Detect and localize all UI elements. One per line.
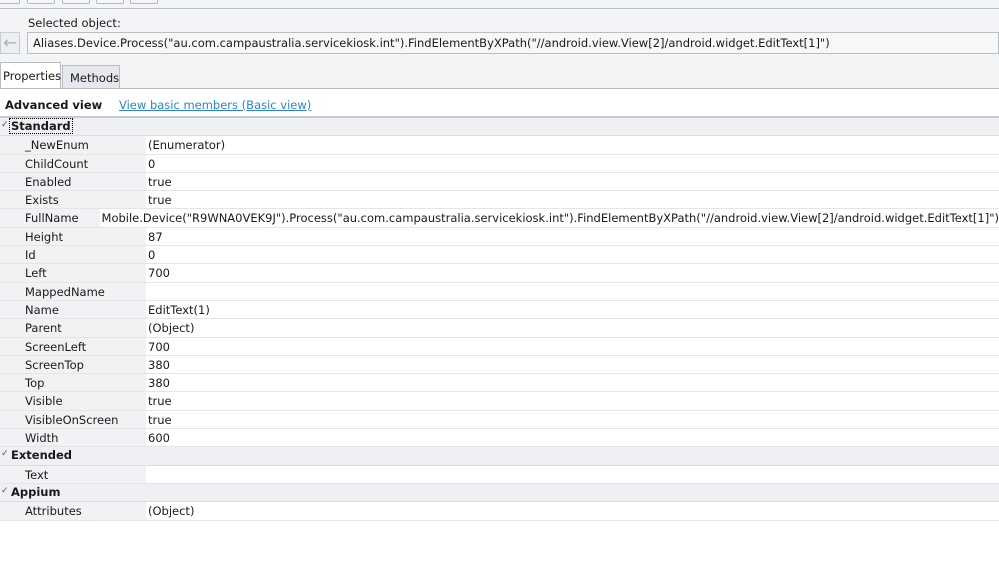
- property-row[interactable]: Enabled true: [0, 172, 999, 192]
- property-row[interactable]: Left 700: [0, 264, 999, 283]
- property-row[interactable]: Parent (Object): [0, 319, 999, 338]
- toolbar-button[interactable]: [27, 0, 55, 4]
- back-arrow-icon[interactable]: ←: [0, 32, 20, 54]
- property-name: Parent: [0, 319, 146, 337]
- property-row[interactable]: _NewEnum (Enumerator): [0, 136, 999, 155]
- property-value[interactable]: [146, 283, 999, 300]
- property-value[interactable]: true: [146, 411, 999, 428]
- property-row[interactable]: Height 87: [0, 227, 999, 247]
- chevron-down-icon[interactable]: ✓: [1, 486, 9, 496]
- property-value[interactable]: (Enumerator): [146, 136, 999, 153]
- property-value[interactable]: EditText(1): [146, 301, 999, 318]
- property-value[interactable]: 0: [146, 246, 999, 263]
- property-row[interactable]: MappedName: [0, 282, 999, 301]
- chevron-down-icon[interactable]: ✓: [1, 120, 9, 130]
- property-name: VisibleOnScreen: [0, 410, 146, 429]
- group-header-standard[interactable]: ✓ Standard: [0, 118, 999, 137]
- property-value[interactable]: true: [146, 173, 999, 190]
- property-value[interactable]: 700: [146, 338, 999, 355]
- toolbar-button[interactable]: [130, 0, 158, 4]
- selected-object-field[interactable]: Aliases.Device.Process("au.com.campaustr…: [27, 32, 999, 54]
- property-value[interactable]: Mobile.Device("R9WNA0VEK9J").Process("au…: [100, 209, 999, 226]
- chevron-down-icon[interactable]: ✓: [1, 449, 9, 459]
- divider: [0, 88, 999, 89]
- property-name: Width: [0, 429, 146, 447]
- group-header-appium[interactable]: ✓ Appium: [0, 483, 999, 503]
- property-value[interactable]: 380: [146, 356, 999, 373]
- property-row[interactable]: Width 600: [0, 429, 999, 448]
- property-name: Id: [0, 246, 146, 264]
- property-name: ChildCount: [0, 154, 146, 172]
- property-value[interactable]: true: [146, 191, 999, 208]
- property-row[interactable]: ScreenLeft 700: [0, 337, 999, 356]
- property-value[interactable]: 380: [146, 374, 999, 391]
- tab-properties[interactable]: Properties: [0, 62, 61, 89]
- property-name: ScreenLeft: [0, 337, 146, 355]
- property-name: MappedName: [0, 282, 146, 300]
- property-row[interactable]: Text: [0, 465, 999, 484]
- property-name: Enabled: [0, 172, 146, 191]
- group-header-extended[interactable]: ✓ Extended: [0, 447, 999, 466]
- property-row[interactable]: Top 380: [0, 374, 999, 393]
- property-name: Height: [0, 227, 146, 246]
- property-row[interactable]: Exists true: [0, 191, 999, 210]
- property-name: _NewEnum: [0, 136, 146, 154]
- property-value[interactable]: 87: [146, 228, 999, 245]
- property-row[interactable]: ChildCount 0: [0, 154, 999, 173]
- property-row[interactable]: Id 0: [0, 246, 999, 265]
- view-title: Advanced view: [5, 98, 103, 112]
- property-value[interactable]: (Object): [146, 319, 999, 336]
- property-value[interactable]: [146, 466, 999, 483]
- group-label: Standard: [9, 118, 73, 134]
- property-name: ScreenTop: [0, 355, 146, 374]
- property-name: Left: [0, 264, 146, 282]
- property-row[interactable]: Name EditText(1): [0, 300, 999, 320]
- group-label: Extended: [11, 448, 73, 463]
- property-row[interactable]: VisibleOnScreen true: [0, 410, 999, 430]
- toolbar-button[interactable]: [96, 0, 124, 4]
- property-value[interactable]: (Object): [146, 502, 999, 519]
- tab-methods[interactable]: Methods: [62, 65, 120, 89]
- toolbar-button[interactable]: [0, 0, 20, 4]
- toolbar-button[interactable]: [62, 0, 90, 4]
- property-name: Text: [0, 465, 146, 483]
- property-grid: ✓ Standard _NewEnum (Enumerator) ChildCount 0…: [0, 118, 999, 521]
- property-row[interactable]: ScreenTop 380: [0, 355, 999, 375]
- object-header: Selected object: ← Aliases.Device.Proces…: [0, 0, 999, 89]
- property-name: Visible: [0, 392, 146, 410]
- property-row[interactable]: Visible true: [0, 392, 999, 411]
- property-name: Name: [0, 300, 146, 319]
- basic-view-link[interactable]: View basic members (Basic view): [119, 98, 311, 112]
- divider: [0, 8, 999, 9]
- selected-object-label: Selected object:: [28, 16, 121, 30]
- property-value[interactable]: 0: [146, 155, 999, 172]
- property-value[interactable]: 700: [146, 264, 999, 281]
- property-value[interactable]: true: [146, 392, 999, 409]
- property-name: Attributes: [0, 502, 146, 520]
- property-row[interactable]: FullName Mobile.Device("R9WNA0VEK9J").Pro…: [0, 209, 999, 228]
- group-label: Appium: [11, 484, 61, 499]
- property-name: Top: [0, 374, 146, 392]
- property-name: FullName: [0, 209, 100, 227]
- property-value[interactable]: 600: [146, 429, 999, 446]
- property-name: Exists: [0, 191, 146, 209]
- property-row[interactable]: Attributes (Object): [0, 502, 999, 521]
